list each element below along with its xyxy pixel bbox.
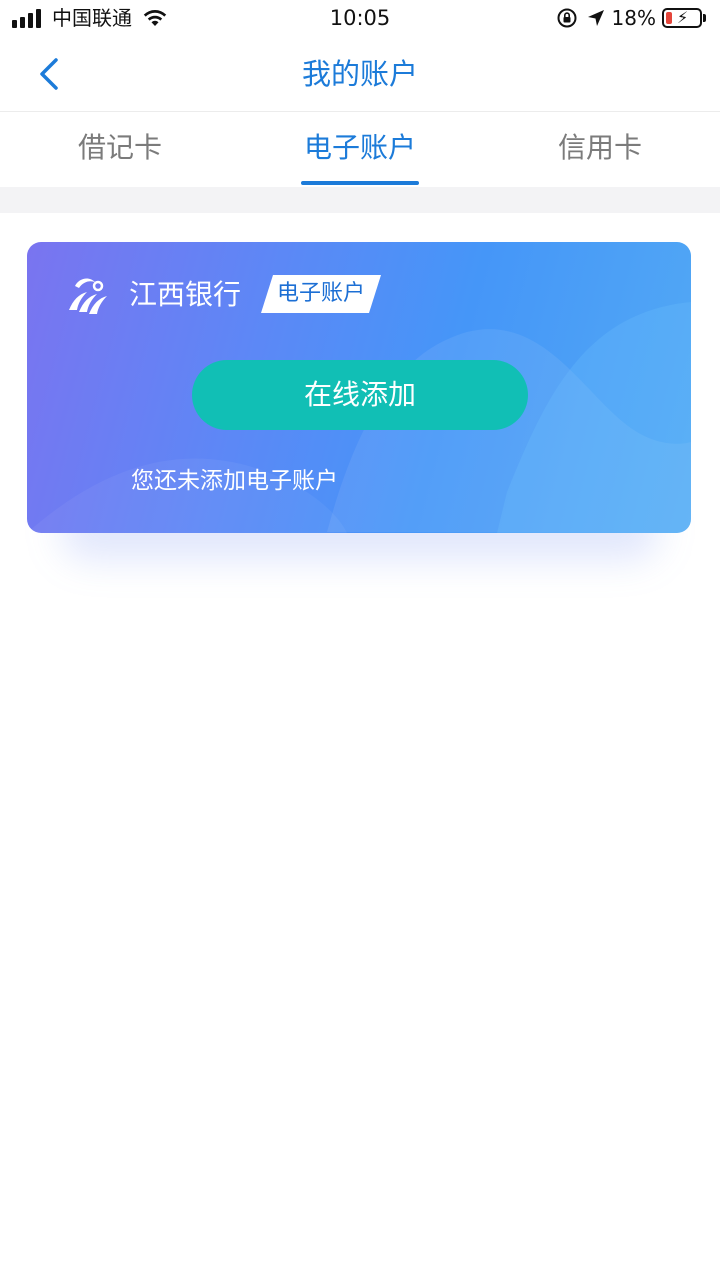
rotation-lock-icon — [557, 8, 577, 28]
add-online-button[interactable]: 在线添加 — [192, 360, 528, 430]
tab-label: 借记卡 — [77, 131, 162, 164]
status-right: 18% ⚡ — [556, 6, 706, 30]
status-bar: 中国联通 10:05 18% ⚡ — [0, 0, 720, 36]
tab-label: 电子账户 — [303, 131, 416, 164]
location-icon — [587, 10, 604, 26]
section-divider — [0, 187, 720, 213]
tab-electronic-account[interactable]: 电子账户 — [240, 113, 480, 187]
bank-name: 江西银行 — [129, 278, 242, 311]
battery-charging-icon: ⚡ — [662, 8, 702, 28]
page-title: 我的账户 — [301, 57, 418, 91]
bank-logo-icon — [69, 278, 107, 314]
tab-credit-card[interactable]: 信用卡 — [480, 113, 720, 187]
battery-percent: 18% — [611, 6, 656, 30]
active-tab-indicator — [301, 181, 419, 185]
tab-debit-card[interactable]: 借记卡 — [0, 113, 240, 187]
account-type-badge: 电子账户 — [276, 281, 365, 306]
electronic-account-card: 江西银行 电子账户 在线添加 您还未添加电子账户 — [27, 242, 691, 533]
empty-account-message: 您还未添加电子账户 — [131, 468, 338, 494]
account-tabs: 借记卡 电子账户 信用卡 — [0, 113, 720, 187]
nav-header: 我的账户 — [0, 36, 720, 112]
tab-label: 信用卡 — [557, 131, 642, 164]
battery-tip — [703, 14, 706, 22]
